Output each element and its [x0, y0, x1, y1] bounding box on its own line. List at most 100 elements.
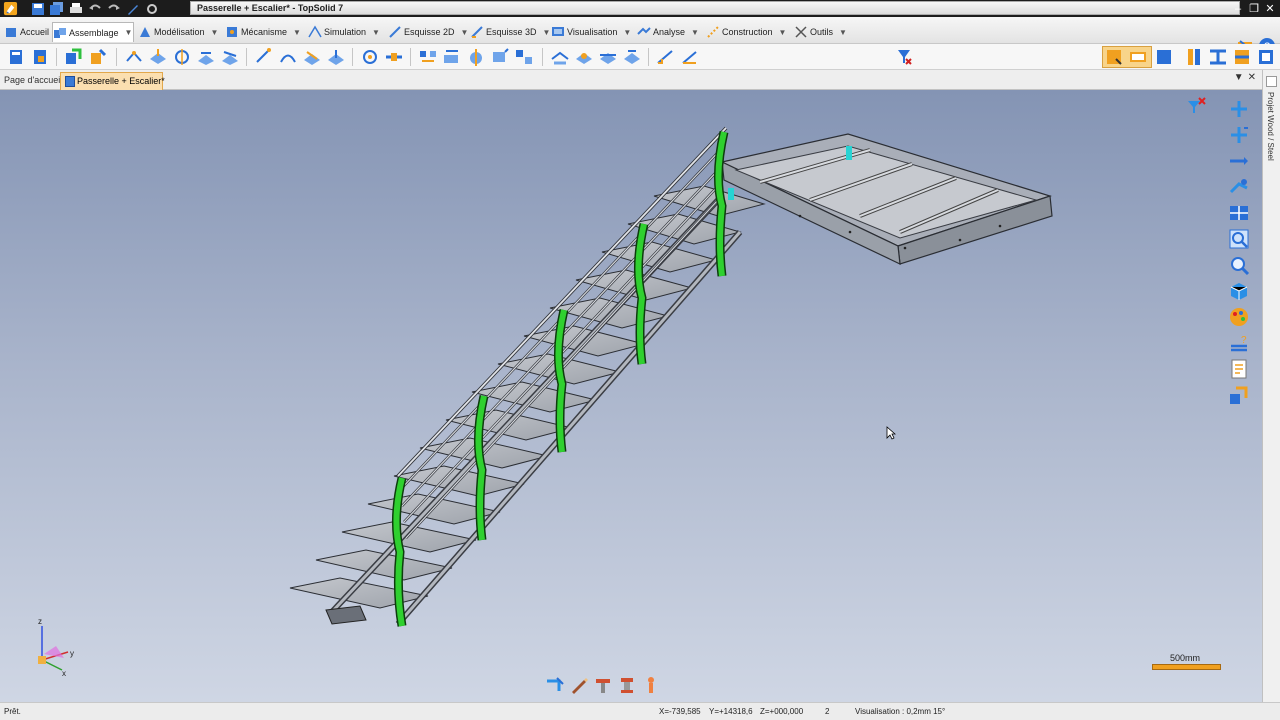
sketch-2d-icon [389, 26, 401, 38]
constraint-contact-icon[interactable] [220, 47, 240, 67]
topsolid-window: Passerelle + Escalier* - TopSolid 7 – ❐ … [0, 0, 1280, 720]
constraint-axis-icon[interactable] [172, 47, 192, 67]
transfer-icon[interactable] [1228, 384, 1250, 406]
tab-esquisse-2d[interactable]: Esquisse 2D ▼ [388, 22, 468, 42]
constraint-tangent-icon[interactable] [196, 47, 216, 67]
tab-list-icon[interactable]: ▼ [1234, 72, 1244, 83]
chevron-down-icon[interactable]: ▼ [839, 28, 847, 37]
pan-icon[interactable] [1228, 150, 1250, 172]
visualisation-precision[interactable]: Visualisation : 0,2mm 15° [855, 707, 945, 716]
filter-clear-icon[interactable] [894, 47, 914, 67]
fastener-tool-icon[interactable] [617, 675, 637, 695]
repetition-icon[interactable] [490, 47, 510, 67]
wood-tools-icon[interactable] [1184, 47, 1204, 67]
minimize-button[interactable]: – [1231, 2, 1245, 16]
sketch-surface-icon[interactable] [302, 47, 322, 67]
add-plus-icon[interactable] [1228, 98, 1250, 120]
layers-question-icon[interactable]: ? [1228, 332, 1250, 354]
tab-assemblage[interactable]: Assemblage ▼ [52, 22, 134, 42]
select-frame-icon[interactable] [1128, 47, 1148, 67]
tab-home-page[interactable]: Page d'accueil [0, 72, 62, 90]
explode-icon[interactable] [514, 47, 534, 67]
tab-accueil[interactable]: Accueil [4, 22, 49, 42]
joint-slide-icon[interactable] [384, 47, 404, 67]
tab-active-document[interactable]: Passerelle + Escalier* [60, 72, 165, 90]
walk-icon[interactable] [1228, 176, 1250, 198]
new-part-icon[interactable] [6, 47, 26, 67]
walkway-platform[interactable] [720, 133, 1053, 266]
chevron-down-icon[interactable]: ▼ [779, 28, 787, 37]
pattern-linear-icon[interactable] [418, 47, 438, 67]
bolt-tool-icon[interactable] [593, 675, 613, 695]
triad-z-label: z [38, 617, 42, 626]
document-properties-icon[interactable] [1228, 358, 1250, 380]
include-part-icon[interactable] [64, 47, 84, 67]
rotate-axis-icon[interactable] [1228, 124, 1250, 146]
pencil-icon[interactable] [125, 1, 141, 16]
restore-button[interactable]: ❐ [1247, 2, 1261, 16]
interference-icon[interactable] [574, 47, 594, 67]
pencil-tool-icon[interactable] [569, 675, 589, 695]
side-panel[interactable]: Projet Wood / Steel [1262, 70, 1280, 702]
select-part-icon[interactable] [1154, 47, 1174, 67]
chevron-down-icon[interactable]: ▼ [461, 28, 469, 37]
section-icon[interactable] [598, 47, 618, 67]
chevron-down-icon[interactable]: ▼ [691, 28, 699, 37]
constraint-plane-icon[interactable] [148, 47, 168, 67]
topsolid-logo-icon[interactable] [3, 1, 18, 16]
close-document-icon[interactable]: ✕ [1248, 72, 1256, 83]
stair-treads[interactable] [289, 185, 766, 609]
view-frame-icon[interactable] [1228, 202, 1250, 224]
zoom-window-icon[interactable] [1228, 228, 1250, 250]
steel-tools-icon[interactable] [1208, 47, 1228, 67]
undo-icon[interactable] [87, 1, 103, 16]
exploded-view-icon[interactable] [550, 47, 570, 67]
sketch-face-icon[interactable] [326, 47, 346, 67]
stair-and-walkway-model[interactable] [0, 90, 1262, 702]
panel-pin-icon[interactable] [1266, 76, 1277, 87]
3d-viewport[interactable]: z y x [0, 90, 1262, 702]
constraint-move-icon[interactable] [124, 47, 144, 67]
tab-mecanisme[interactable]: Mécanisme ▼ [225, 22, 301, 42]
simplify-icon[interactable] [622, 47, 642, 67]
save-icon[interactable] [30, 1, 46, 16]
chevron-down-icon[interactable]: ▼ [125, 28, 133, 37]
tab-construction[interactable]: Construction ▼ [706, 22, 786, 42]
tab-simulation[interactable]: Simulation ▼ [308, 22, 380, 42]
zoom-icon[interactable] [1228, 254, 1250, 276]
render-palette-icon[interactable] [1228, 306, 1250, 328]
refresh-icon[interactable] [144, 1, 160, 16]
measure-icon[interactable] [656, 47, 676, 67]
chevron-down-icon[interactable]: ▼ [293, 28, 301, 37]
joint-rotation-icon[interactable] [360, 47, 380, 67]
mirror-icon[interactable] [466, 47, 486, 67]
tab-analyse[interactable]: Analyse ▼ [637, 22, 699, 42]
select-icon[interactable] [1104, 47, 1124, 67]
profile-tools-icon[interactable] [1256, 47, 1276, 67]
frame-tools-icon[interactable] [1232, 47, 1252, 67]
sketch-plane-icon[interactable] [254, 47, 274, 67]
chevron-down-icon[interactable]: ▼ [623, 28, 631, 37]
sketch-arc-icon[interactable] [278, 47, 298, 67]
chevron-down-icon[interactable]: ▼ [211, 28, 219, 37]
redo-icon[interactable] [106, 1, 122, 16]
side-panel-label[interactable]: Projet Wood / Steel [1266, 92, 1275, 161]
save-all-icon[interactable] [49, 1, 65, 16]
pattern-circular-icon[interactable] [442, 47, 462, 67]
anchor-tool-icon[interactable] [641, 675, 661, 695]
tab-modelisation[interactable]: Modélisation ▼ [138, 22, 218, 42]
print-icon[interactable] [68, 1, 84, 16]
cube-view-icon[interactable] [1228, 280, 1250, 302]
tab-esquisse-3d[interactable]: Esquisse 3D ▼ [470, 22, 550, 42]
measure-angle-icon[interactable] [680, 47, 700, 67]
tab-outils[interactable]: Outils ▼ [794, 22, 847, 42]
filter-clear-icon[interactable] [1186, 96, 1208, 118]
close-button[interactable]: ✕ [1263, 2, 1277, 16]
chevron-down-icon[interactable]: ▼ [372, 28, 380, 37]
measure-tool-icon[interactable] [545, 675, 565, 695]
include-standard-icon[interactable] [88, 47, 108, 67]
new-document-icon[interactable] [30, 47, 50, 67]
chevron-down-icon[interactable]: ▼ [543, 28, 551, 37]
tab-visualisation[interactable]: Visualisation ▼ [551, 22, 631, 42]
tab-label: Analyse [653, 27, 686, 37]
